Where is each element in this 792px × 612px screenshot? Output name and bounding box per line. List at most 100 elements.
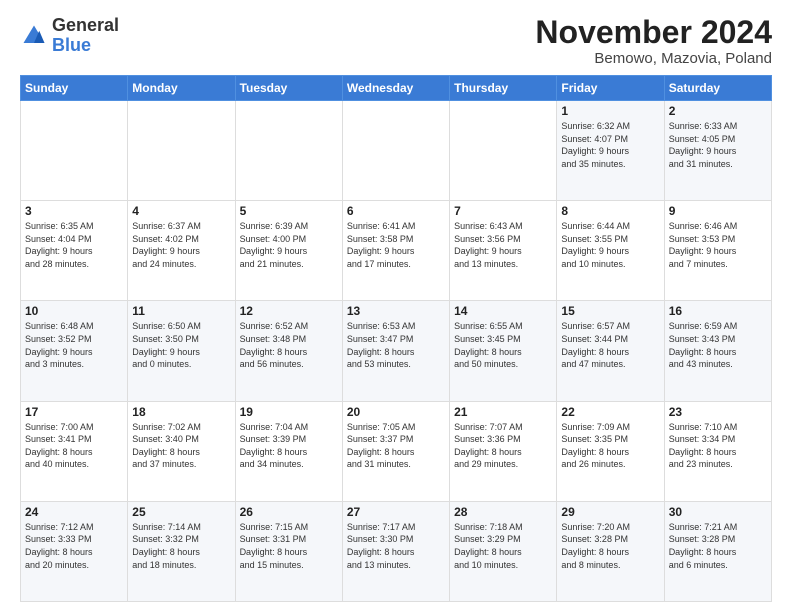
calendar-cell-4-1: 17 Sunrise: 7:00 AMSunset: 3:41 PMDayligh…: [21, 401, 128, 501]
calendar-cell-3-2: 11Sunrise: 6:50 AMSunset: 3:50 PMDayligh…: [128, 301, 235, 401]
day-number: 8: [561, 204, 659, 218]
day-info: Sunrise: 7:07 AMSunset: 3:36 PMDaylight:…: [454, 421, 552, 471]
calendar-cell-1-7: 2Sunrise: 6:33 AMSunset: 4:05 PMDaylight…: [664, 101, 771, 201]
page: General Blue November 2024 Bemowo, Mazov…: [0, 0, 792, 612]
week-row-5: 24 Sunrise: 7:12 AMSunset: 3:33 PMDayligh…: [21, 501, 772, 601]
calendar-cell-1-4: [342, 101, 449, 201]
calendar-cell-1-1: [21, 101, 128, 201]
week-row-4: 17 Sunrise: 7:00 AMSunset: 3:41 PMDayligh…: [21, 401, 772, 501]
day-info: Sunrise: 7:09 AMSunset: 3:35 PMDaylight:…: [561, 421, 659, 471]
calendar-cell-4-5: 21 Sunrise: 7:07 AMSunset: 3:36 PMDayligh…: [450, 401, 557, 501]
logo-icon: [20, 22, 48, 50]
calendar-cell-4-7: 23 Sunrise: 7:10 AMSunset: 3:34 PMDayligh…: [664, 401, 771, 501]
header-sunday: Sunday: [21, 76, 128, 101]
day-info: Sunrise: 6:33 AMSunset: 4:05 PMDaylight:…: [669, 120, 767, 170]
day-number: 10: [25, 304, 123, 318]
day-info: Sunrise: 6:39 AMSunset: 4:00 PMDaylight:…: [240, 220, 338, 270]
calendar-cell-2-4: 6 Sunrise: 6:41 AMSunset: 3:58 PMDaylight…: [342, 201, 449, 301]
day-number: 27: [347, 505, 445, 519]
day-info: Sunrise: 7:02 AMSunset: 3:40 PMDaylight:…: [132, 421, 230, 471]
header-wednesday: Wednesday: [342, 76, 449, 101]
calendar-cell-1-2: [128, 101, 235, 201]
header-row: Sunday Monday Tuesday Wednesday Thursday…: [21, 76, 772, 101]
day-info: Sunrise: 6:32 AMSunset: 4:07 PMDaylight:…: [561, 120, 659, 170]
day-number: 17: [25, 405, 123, 419]
day-number: 21: [454, 405, 552, 419]
header-friday: Friday: [557, 76, 664, 101]
day-info: Sunrise: 6:50 AMSunset: 3:50 PMDaylight:…: [132, 320, 230, 370]
month-title: November 2024: [535, 16, 772, 48]
calendar-cell-2-3: 5Sunrise: 6:39 AMSunset: 4:00 PMDaylight…: [235, 201, 342, 301]
logo-general-text: General: [52, 16, 119, 36]
calendar-cell-1-6: 1 Sunrise: 6:32 AMSunset: 4:07 PMDaylight…: [557, 101, 664, 201]
day-info: Sunrise: 6:53 AMSunset: 3:47 PMDaylight:…: [347, 320, 445, 370]
calendar-cell-2-5: 7 Sunrise: 6:43 AMSunset: 3:56 PMDaylight…: [450, 201, 557, 301]
day-number: 15: [561, 304, 659, 318]
day-number: 16: [669, 304, 767, 318]
day-number: 7: [454, 204, 552, 218]
day-info: Sunrise: 7:10 AMSunset: 3:34 PMDaylight:…: [669, 421, 767, 471]
day-info: Sunrise: 6:35 AMSunset: 4:04 PMDaylight:…: [25, 220, 123, 270]
day-number: 9: [669, 204, 767, 218]
day-number: 28: [454, 505, 552, 519]
day-number: 6: [347, 204, 445, 218]
day-info: Sunrise: 7:04 AMSunset: 3:39 PMDaylight:…: [240, 421, 338, 471]
day-number: 25: [132, 505, 230, 519]
calendar-body: 1 Sunrise: 6:32 AMSunset: 4:07 PMDaylight…: [21, 101, 772, 602]
day-info: Sunrise: 6:43 AMSunset: 3:56 PMDaylight:…: [454, 220, 552, 270]
calendar-table: Sunday Monday Tuesday Wednesday Thursday…: [20, 75, 772, 602]
day-number: 14: [454, 304, 552, 318]
location-subtitle: Bemowo, Mazovia, Poland: [535, 50, 772, 67]
day-info: Sunrise: 6:55 AMSunset: 3:45 PMDaylight:…: [454, 320, 552, 370]
calendar-cell-2-1: 3Sunrise: 6:35 AMSunset: 4:04 PMDaylight…: [21, 201, 128, 301]
calendar-cell-5-3: 26 Sunrise: 7:15 AMSunset: 3:31 PMDayligh…: [235, 501, 342, 601]
day-number: 4: [132, 204, 230, 218]
day-info: Sunrise: 7:00 AMSunset: 3:41 PMDaylight:…: [25, 421, 123, 471]
calendar-cell-3-7: 16Sunrise: 6:59 AMSunset: 3:43 PMDayligh…: [664, 301, 771, 401]
day-info: Sunrise: 7:12 AMSunset: 3:33 PMDaylight:…: [25, 521, 123, 571]
day-info: Sunrise: 6:37 AMSunset: 4:02 PMDaylight:…: [132, 220, 230, 270]
logo-text: General Blue: [52, 16, 119, 56]
calendar-cell-5-2: 25 Sunrise: 7:14 AMSunset: 3:32 PMDayligh…: [128, 501, 235, 601]
day-number: 13: [347, 304, 445, 318]
day-number: 1: [561, 104, 659, 118]
day-number: 24: [25, 505, 123, 519]
calendar-cell-5-6: 29 Sunrise: 7:20 AMSunset: 3:28 PMDayligh…: [557, 501, 664, 601]
calendar-cell-5-4: 27 Sunrise: 7:17 AMSunset: 3:30 PMDayligh…: [342, 501, 449, 601]
day-info: Sunrise: 7:18 AMSunset: 3:29 PMDaylight:…: [454, 521, 552, 571]
day-info: Sunrise: 6:57 AMSunset: 3:44 PMDaylight:…: [561, 320, 659, 370]
day-info: Sunrise: 7:15 AMSunset: 3:31 PMDaylight:…: [240, 521, 338, 571]
calendar-cell-3-5: 14 Sunrise: 6:55 AMSunset: 3:45 PMDayligh…: [450, 301, 557, 401]
day-number: 23: [669, 405, 767, 419]
day-info: Sunrise: 7:14 AMSunset: 3:32 PMDaylight:…: [132, 521, 230, 571]
day-info: Sunrise: 6:52 AMSunset: 3:48 PMDaylight:…: [240, 320, 338, 370]
day-number: 30: [669, 505, 767, 519]
calendar-cell-5-1: 24 Sunrise: 7:12 AMSunset: 3:33 PMDayligh…: [21, 501, 128, 601]
day-info: Sunrise: 7:20 AMSunset: 3:28 PMDaylight:…: [561, 521, 659, 571]
day-info: Sunrise: 6:46 AMSunset: 3:53 PMDaylight:…: [669, 220, 767, 270]
day-number: 18: [132, 405, 230, 419]
header-saturday: Saturday: [664, 76, 771, 101]
day-info: Sunrise: 6:41 AMSunset: 3:58 PMDaylight:…: [347, 220, 445, 270]
header-thursday: Thursday: [450, 76, 557, 101]
week-row-3: 10Sunrise: 6:48 AMSunset: 3:52 PMDayligh…: [21, 301, 772, 401]
calendar-cell-4-3: 19 Sunrise: 7:04 AMSunset: 3:39 PMDayligh…: [235, 401, 342, 501]
calendar-cell-5-5: 28 Sunrise: 7:18 AMSunset: 3:29 PMDayligh…: [450, 501, 557, 601]
calendar-cell-4-2: 18 Sunrise: 7:02 AMSunset: 3:40 PMDayligh…: [128, 401, 235, 501]
day-number: 20: [347, 405, 445, 419]
day-info: Sunrise: 7:17 AMSunset: 3:30 PMDaylight:…: [347, 521, 445, 571]
day-number: 26: [240, 505, 338, 519]
day-info: Sunrise: 6:44 AMSunset: 3:55 PMDaylight:…: [561, 220, 659, 270]
calendar-cell-1-3: [235, 101, 342, 201]
header-tuesday: Tuesday: [235, 76, 342, 101]
week-row-1: 1 Sunrise: 6:32 AMSunset: 4:07 PMDaylight…: [21, 101, 772, 201]
day-info: Sunrise: 7:21 AMSunset: 3:28 PMDaylight:…: [669, 521, 767, 571]
day-number: 19: [240, 405, 338, 419]
day-info: Sunrise: 7:05 AMSunset: 3:37 PMDaylight:…: [347, 421, 445, 471]
header-monday: Monday: [128, 76, 235, 101]
header: General Blue November 2024 Bemowo, Mazov…: [20, 16, 772, 67]
calendar-cell-4-4: 20 Sunrise: 7:05 AMSunset: 3:37 PMDayligh…: [342, 401, 449, 501]
logo: General Blue: [20, 16, 119, 56]
day-number: 29: [561, 505, 659, 519]
calendar-cell-2-6: 8 Sunrise: 6:44 AMSunset: 3:55 PMDaylight…: [557, 201, 664, 301]
